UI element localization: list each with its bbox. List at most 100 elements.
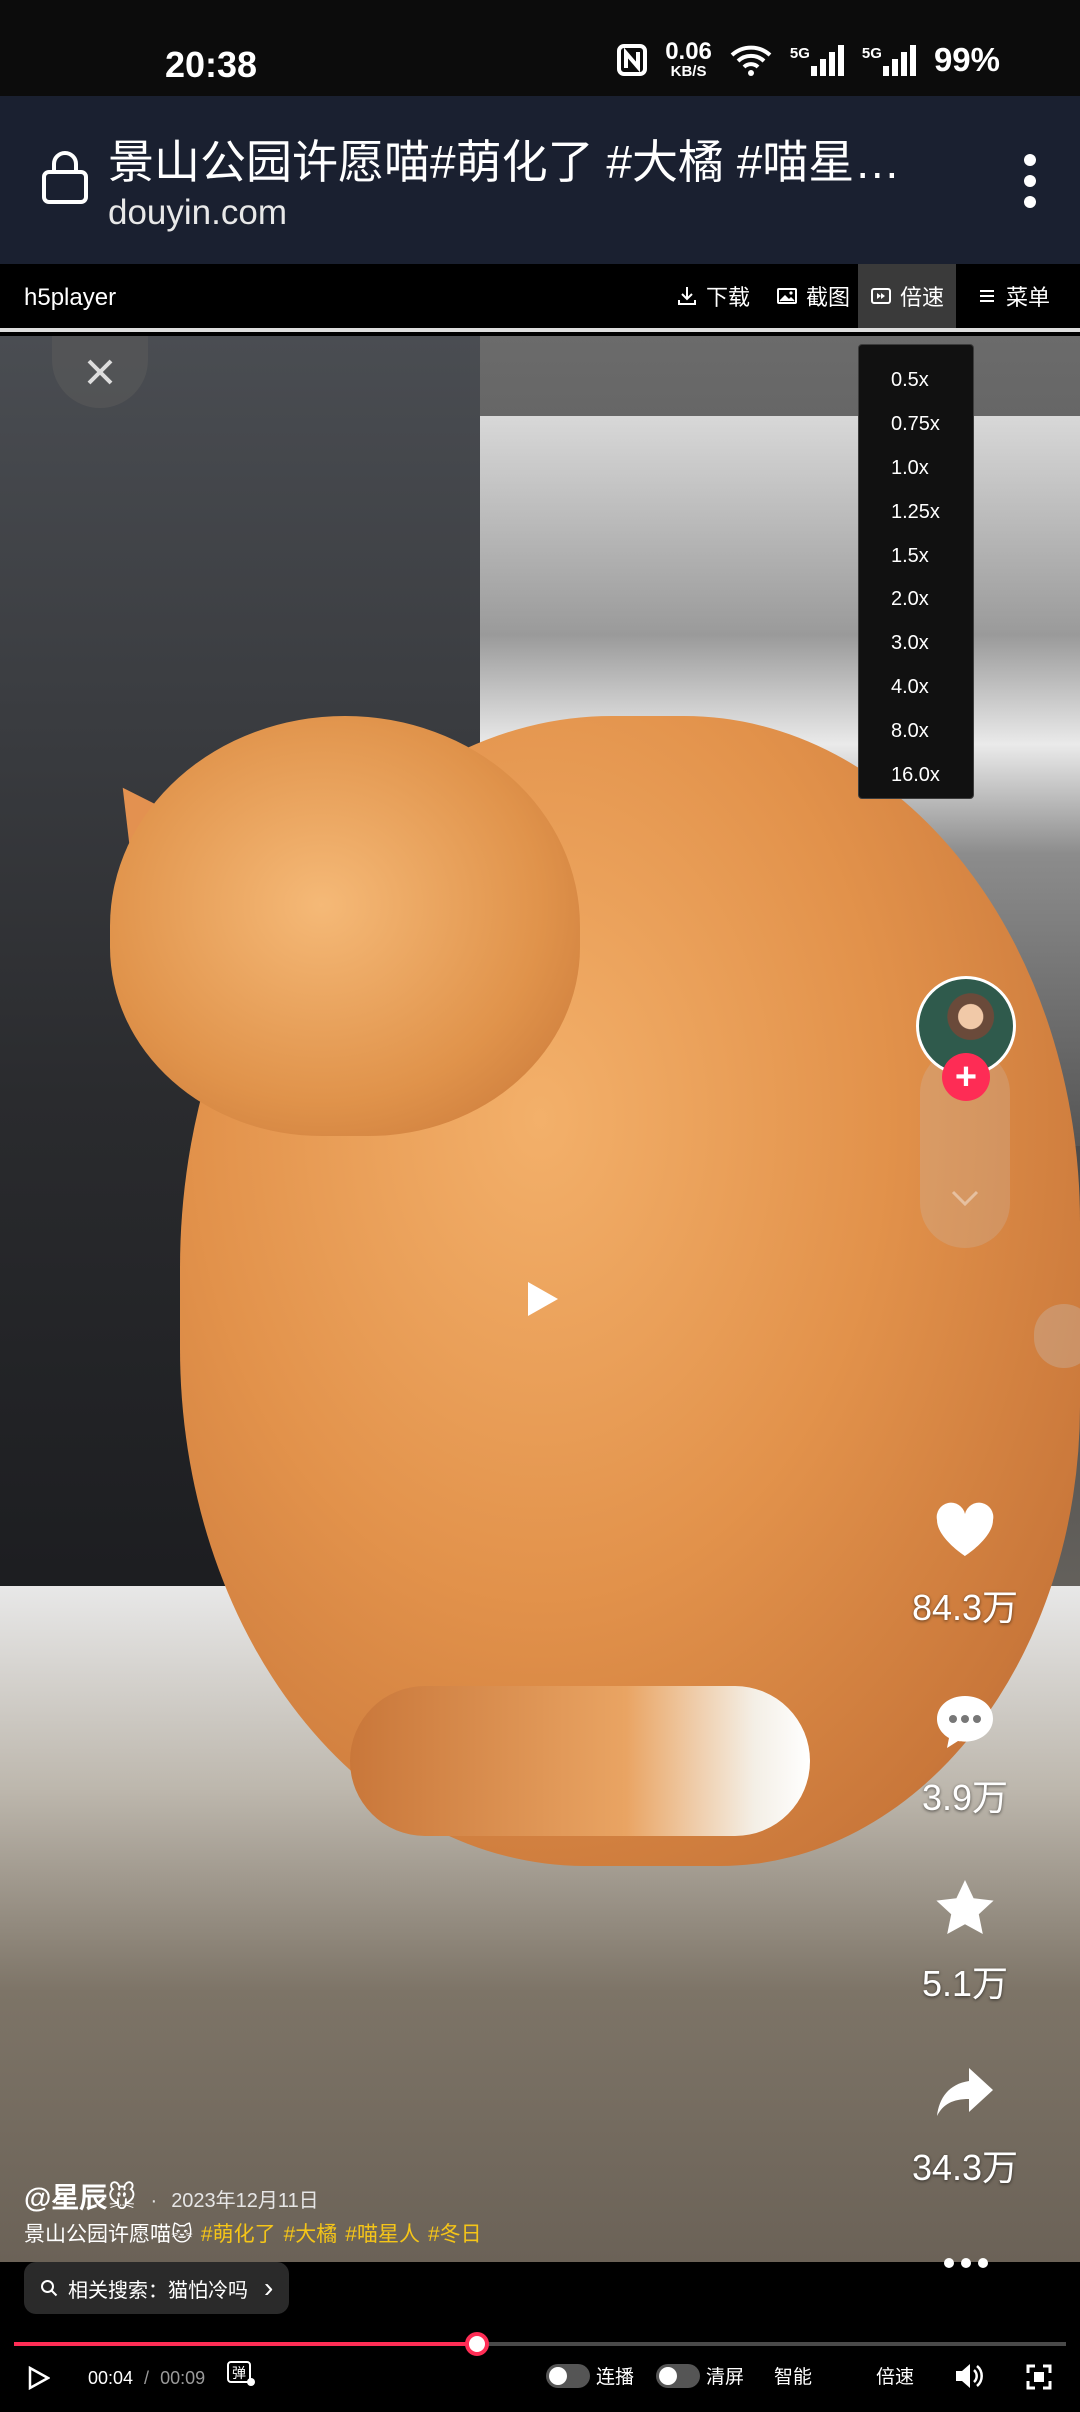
- autoplay-switch[interactable]: [546, 2363, 590, 2388]
- page-title[interactable]: 景山公园许愿喵#萌化了 #大橘 #喵星…: [108, 126, 938, 192]
- network-speed-unit: KB/S: [670, 63, 707, 80]
- comment-button[interactable]: 3.9万: [880, 1690, 1050, 1821]
- player-controls: 00:04 / 00:09 弹 连播 清屏 智能 倍速: [0, 2352, 1080, 2412]
- cell-signal-1-icon: 5G: [790, 44, 844, 76]
- heart-icon: [936, 1502, 994, 1556]
- speed-option-3.0x[interactable]: 3.0x: [859, 622, 973, 666]
- like-count: 84.3万: [911, 1587, 1019, 1628]
- time-separator: /: [139, 2368, 155, 2388]
- speed-option-1.25x[interactable]: 1.25x: [859, 490, 973, 534]
- fullscreen-icon: [1026, 2364, 1052, 2390]
- share-button[interactable]: 34.3万: [880, 2060, 1050, 2191]
- related-search-label: 相关搜索：猫怕冷吗: [68, 2279, 248, 2302]
- wifi-icon: [730, 45, 772, 76]
- cell-signal-2-icon: 5G: [862, 44, 916, 76]
- caption-separator: ·: [150, 2190, 158, 2212]
- smart-quality-button[interactable]: 智能: [774, 2362, 812, 2389]
- battery-level: 99%: [933, 40, 1000, 78]
- page-url[interactable]: douyin.com: [108, 193, 287, 233]
- share-count: 34.3万: [911, 2147, 1019, 2188]
- menu-button[interactable]: 菜单: [976, 264, 1050, 328]
- danmaku-button[interactable]: 弹: [226, 2360, 256, 2388]
- speed-dropdown: 0.5x 0.75x 1.0x 1.25x 1.5x 2.0x 3.0x 4.0…: [858, 344, 974, 799]
- favorite-count: 5.1万: [921, 1963, 1009, 2004]
- image-icon: [777, 288, 797, 304]
- autoplay-label: 连播: [596, 2367, 635, 2388]
- browser-address-bar: 景山公园许愿喵#萌化了 #大橘 #喵星… douyin.com: [0, 96, 1080, 264]
- playback-speed-button[interactable]: 倍速: [876, 2362, 914, 2389]
- download-icon: [678, 287, 696, 305]
- status-time: 20:38: [165, 44, 258, 85]
- hashtag[interactable]: #萌化了: [201, 2218, 276, 2248]
- speed-option-1.0x[interactable]: 1.0x: [859, 447, 973, 491]
- play-icon: [28, 2366, 50, 2390]
- cat-head: [110, 716, 580, 1136]
- comment-icon: [937, 1696, 993, 1748]
- playback-speed-label: 倍速: [876, 2367, 915, 2388]
- speed-option-16.0x[interactable]: 16.0x: [859, 753, 973, 797]
- speed-option-0.5x[interactable]: 0.5x: [859, 359, 973, 403]
- duration: 00:09: [160, 2368, 206, 2388]
- h5player-toolbar: h5player 下载 截图 倍速 菜单: [0, 264, 1080, 332]
- caption-author-line: @星辰🐭 · 2023年12月11日: [24, 2176, 319, 2216]
- plus-icon: +: [954, 1056, 978, 1098]
- volume-icon: [956, 2364, 983, 2388]
- speed-option-1.5x[interactable]: 1.5x: [859, 534, 973, 578]
- screenshot-label: 截图: [806, 285, 851, 310]
- progress-bar[interactable]: [14, 2332, 1066, 2356]
- lock-icon[interactable]: [40, 148, 90, 204]
- status-bar: 20:38 0.06 KB/S 5G 5G 99%: [0, 0, 1080, 96]
- follow-button[interactable]: +: [942, 1053, 990, 1101]
- h5player-brand: h5player: [24, 284, 117, 311]
- time-display: 00:04 / 00:09: [88, 2368, 205, 2389]
- volume-button[interactable]: [954, 2362, 984, 2390]
- caption-text: 景山公园许愿喵🐱: [24, 2223, 193, 2246]
- network-speed: 0.06 KB/S: [665, 38, 712, 80]
- browser-menu-icon[interactable]: [1024, 154, 1038, 208]
- network-speed-value: 0.06: [665, 38, 712, 65]
- fullscreen-button[interactable]: [1026, 2364, 1052, 2390]
- search-icon: [41, 2280, 58, 2297]
- hamburger-icon: [980, 290, 994, 302]
- speed-option-2.0x[interactable]: 2.0x: [859, 578, 973, 622]
- comment-count: 3.9万: [921, 1777, 1009, 1818]
- hashtag[interactable]: #大橘: [284, 2218, 338, 2248]
- more-options-icon[interactable]: [944, 2258, 988, 2270]
- current-time: 00:04: [88, 2368, 134, 2388]
- author-name[interactable]: @星辰🐭: [24, 2176, 137, 2216]
- danmaku-icon-text: 弹: [232, 2366, 246, 2382]
- chevron-down-icon: [951, 1190, 979, 1207]
- favorite-button[interactable]: 5.1万: [880, 1876, 1050, 2007]
- speed-label: 倍速: [899, 285, 944, 310]
- nfc-icon: [617, 43, 648, 76]
- download-button[interactable]: 下载: [676, 264, 750, 328]
- speed-option-4.0x[interactable]: 4.0x: [859, 666, 973, 710]
- related-search-chip[interactable]: 相关搜索：猫怕冷吗 ›: [24, 2262, 290, 2314]
- star-icon: [936, 1880, 994, 1934]
- danmaku-icon: 弹: [227, 2361, 255, 2386]
- hashtag[interactable]: #冬日: [428, 2218, 482, 2248]
- progress-fill: [14, 2342, 477, 2346]
- clear-screen-label: 清屏: [706, 2367, 745, 2388]
- caption-description: 景山公园许愿喵🐱 #萌化了 #大橘 #喵星人 #冬日: [24, 2218, 482, 2248]
- share-icon: [937, 2068, 993, 2116]
- cat-tail: [350, 1686, 810, 1836]
- screenshot-button[interactable]: 截图: [776, 264, 850, 328]
- speed-button[interactable]: 倍速: [858, 264, 956, 328]
- download-label: 下载: [706, 285, 751, 310]
- speed-option-8.0x[interactable]: 8.0x: [859, 709, 973, 753]
- like-button[interactable]: 84.3万: [880, 1500, 1050, 1631]
- status-indicators: 0.06 KB/S 5G 5G 99%: [617, 40, 1000, 79]
- publish-date: 2023年12月11日: [171, 2190, 319, 2212]
- close-icon: [87, 359, 113, 385]
- smart-label: 智能: [774, 2367, 813, 2388]
- play-button[interactable]: [28, 2366, 50, 2390]
- speed-icon: [870, 288, 891, 304]
- speed-option-0.75x[interactable]: 0.75x: [859, 403, 973, 447]
- autoplay-toggle[interactable]: 连播: [546, 2362, 634, 2389]
- clear-screen-switch[interactable]: [656, 2363, 700, 2388]
- play-icon[interactable]: [526, 1280, 560, 1318]
- clear-screen-toggle[interactable]: 清屏: [656, 2362, 744, 2389]
- chevron-right-icon: ›: [264, 2272, 274, 2303]
- hashtag[interactable]: #喵星人: [345, 2218, 420, 2248]
